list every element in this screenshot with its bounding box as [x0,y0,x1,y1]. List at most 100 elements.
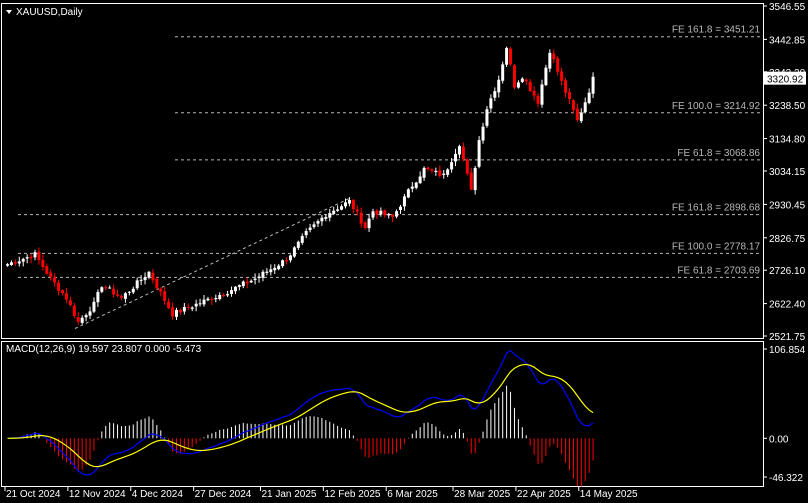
candle [92,297,96,314]
price-axis-label: 2930.45 [769,200,806,211]
candle [257,273,261,283]
date-axis-label: 4 Dec 2024 [132,489,184,500]
candle [391,213,395,222]
candle [76,312,80,325]
date-axis-label: 12 Feb 2025 [324,489,381,500]
candle [214,294,218,303]
candle [80,315,84,325]
candle [13,259,17,266]
candle [552,49,556,64]
fe-level-label: FE 100.0 = 3214.92 [672,101,761,112]
price-axis-label: 2726.10 [769,266,806,277]
candle [281,259,285,268]
candle [442,169,446,179]
candle [371,208,375,220]
candle [241,280,245,289]
candle [88,306,92,319]
candle [174,307,178,321]
candle [100,286,104,294]
candle [178,308,182,315]
candle [233,286,237,295]
date-axis-label: 28 Mar 2025 [454,489,511,500]
candle [556,56,560,76]
candle [96,289,100,307]
candle [64,288,68,304]
candle [143,272,147,285]
chart-window[interactable]: XAUUSD,Daily MACD(12,26,9) 19.597 23.807… [0,0,808,503]
candle [387,212,391,219]
candle [159,287,163,297]
candle [119,294,123,301]
candle [61,289,65,296]
candle [332,206,336,215]
fe-level-label: FE 61.8 = 3068.86 [677,148,760,159]
candle [520,77,524,83]
macd-label: MACD(12,26,9) 19.597 23.807 0.000 -5.473 [6,344,202,355]
candle [163,286,167,305]
candle [112,284,116,298]
candle [465,157,469,176]
candle [296,240,300,250]
candle [379,207,383,217]
price-axis-label: 3238.50 [769,101,806,112]
candle [501,61,505,84]
candle [190,306,194,312]
candle [579,108,583,124]
candle [505,46,509,67]
candle [469,167,473,191]
date-axis-label: 27 Dec 2024 [195,489,252,500]
candle [328,208,332,222]
candle [292,246,296,258]
candle [182,302,186,315]
candle [17,256,21,267]
candle [49,269,53,281]
date-axis-label: 21 Oct 2024 [6,489,61,500]
candle [9,260,13,266]
candle [316,219,320,228]
candle [123,292,127,303]
candle [473,165,477,195]
candle [359,207,363,228]
candle [454,148,458,167]
candle [135,277,139,290]
fe-level-label: FE 161.8 = 3451.21 [672,25,761,36]
candle [422,166,426,181]
macd-axis-label: 106.854 [769,345,806,356]
macd-panel-border [1,341,764,487]
candle [509,46,513,66]
candle [53,273,57,287]
candle [399,204,402,214]
chart-canvas[interactable]: XAUUSD,Daily MACD(12,26,9) 19.597 23.807… [0,0,808,503]
candle [273,264,277,275]
candle [524,78,528,85]
candle [249,279,253,283]
candle [41,254,45,271]
candle [226,290,230,298]
date-axis-label: 22 Apr 2025 [517,489,571,500]
date-axis-label: 14 May 2025 [580,489,638,500]
candle [6,263,9,267]
candle [57,279,61,296]
collapse-triangle-icon[interactable] [6,10,12,14]
candle [116,289,120,297]
candle [108,285,112,289]
fe-level-label: FE 61.8 = 2703.69 [677,265,760,276]
fe-trend-line[interactable] [74,197,351,329]
candle [261,269,265,282]
main-panel-border [1,3,764,339]
candle [45,263,49,275]
candle [139,275,143,285]
candle [230,286,234,297]
candle [446,168,450,178]
price-axis-label: 2826.75 [769,234,806,245]
candle [324,214,328,222]
candle [540,79,544,108]
candle [147,270,151,280]
date-axis-label: 12 Nov 2024 [69,489,126,500]
candle [544,64,548,87]
candle [481,122,485,144]
candle [532,86,536,101]
candle [304,228,308,239]
candle [245,277,249,289]
candle [560,67,564,86]
